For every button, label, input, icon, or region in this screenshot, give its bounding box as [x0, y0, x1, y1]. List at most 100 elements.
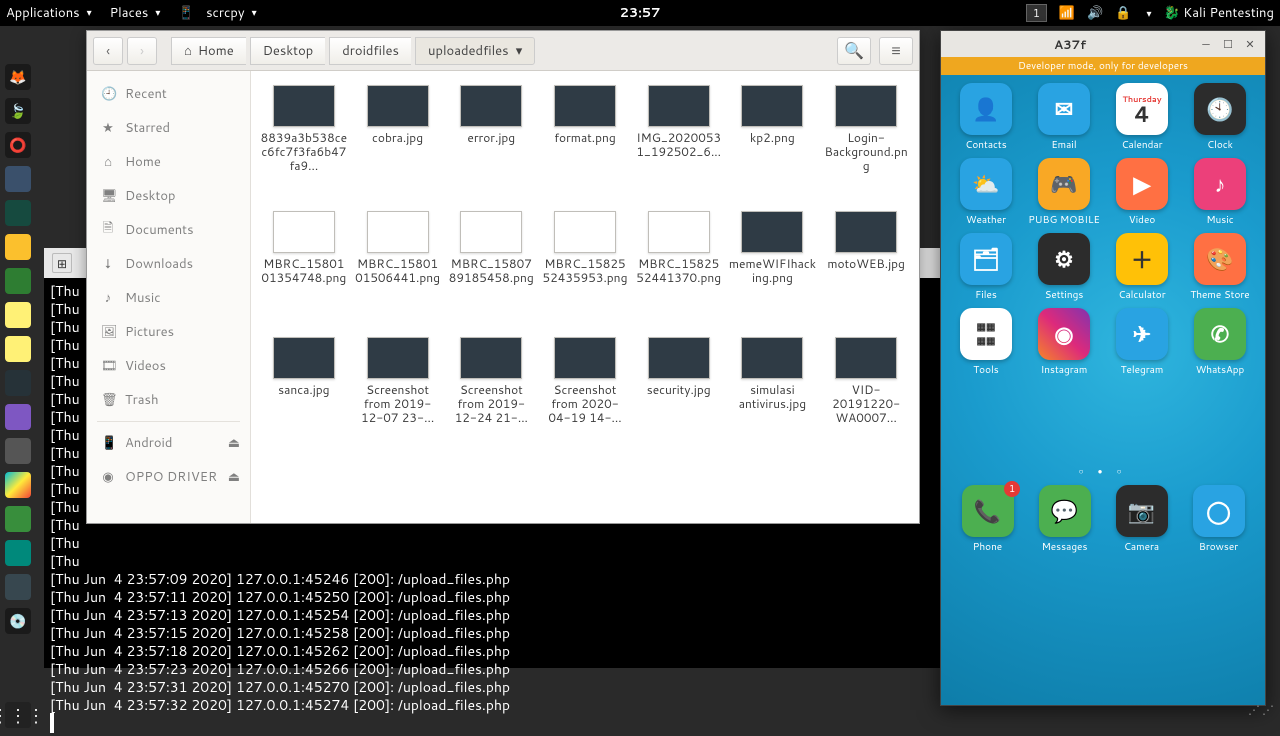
file-item[interactable]: kp2.png [726, 81, 820, 207]
dock-chrome[interactable]: ⭕ [5, 132, 31, 158]
app-calculator[interactable]: ＋Calculator [1105, 233, 1179, 302]
scrcpy-titlebar[interactable]: A37f — ☐ ✕ [941, 31, 1265, 57]
show-applications-button[interactable]: ⋮⋮⋮ [5, 702, 31, 728]
file-item[interactable]: format.png [538, 81, 632, 207]
dock-app1[interactable] [5, 166, 31, 192]
dock-androidstudio[interactable] [5, 506, 31, 532]
nav-back-button[interactable]: ‹ [93, 37, 123, 65]
sidebar-home[interactable]: ⌂Home [87, 145, 250, 179]
file-item[interactable]: 8839a3b538cec6fc7f3fa6b47fa9... [257, 81, 351, 207]
breadcrumb-droidfiles[interactable]: droidfiles [329, 37, 411, 65]
file-grid[interactable]: 8839a3b538cec6fc7f3fa6b47fa9...cobra.jpg… [251, 71, 919, 523]
user-menu[interactable]: 🐉 Kali Pentesting [1164, 4, 1275, 22]
file-item[interactable]: Login-Background.png [819, 81, 913, 207]
file-item[interactable]: Screenshot from 2020-04-19 14-... [538, 333, 632, 459]
dock-monitor[interactable] [5, 370, 31, 396]
file-item[interactable]: motoWEB.jpg [819, 207, 913, 333]
dock-app2[interactable] [5, 200, 31, 226]
sidebar-android[interactable]: 📱Android⏏ [87, 426, 250, 460]
app-calendar[interactable]: Thursday4Calendar [1105, 83, 1179, 152]
file-item[interactable]: MBRC_1580789185458.png [444, 207, 538, 333]
app-tools[interactable]: ▦▦▦▦Tools [949, 308, 1023, 377]
app-telegram[interactable]: ✈Telegram [1105, 308, 1179, 377]
sidebar-documents[interactable]: 🗎Documents [87, 213, 250, 247]
dock-disc[interactable]: 💿 [5, 608, 31, 634]
dock-play[interactable] [5, 472, 31, 498]
window-maximize-button[interactable]: ☐ [1217, 35, 1239, 53]
file-item[interactable]: Screenshot from 2019-12-07 23-... [351, 333, 445, 459]
dock-app7[interactable] [5, 574, 31, 600]
terminal-new-tab-button[interactable]: ⊞ [52, 253, 72, 273]
file-item[interactable]: MBRC_1580101354748.png [257, 207, 351, 333]
app-email[interactable]: ✉Email [1027, 83, 1101, 152]
dock-app3[interactable] [5, 336, 31, 362]
app-theme-store[interactable]: 🎨Theme Store [1183, 233, 1257, 302]
sidebar-starred[interactable]: ★Starred [87, 111, 250, 145]
applications-menu[interactable]: Applications [6, 4, 92, 22]
app-camera[interactable]: 📷Camera [1103, 485, 1180, 554]
sidebar-downloads[interactable]: ⭣Downloads [87, 247, 250, 281]
hamburger-menu-button[interactable]: ≡ [879, 37, 913, 65]
sidebar-videos[interactable]: 🎞Videos [87, 349, 250, 383]
file-manager-window[interactable]: ‹ › Home Desktop droidfiles uploadedfile… [86, 30, 920, 524]
app-contacts[interactable]: 👤Contacts [949, 83, 1023, 152]
file-item[interactable]: sanca.jpg [257, 333, 351, 459]
file-item[interactable]: simulasi antivirus.jpg [726, 333, 820, 459]
app-pubg[interactable]: 🎮PUBG MOBILE [1027, 158, 1101, 227]
file-item[interactable]: security.jpg [632, 333, 726, 459]
file-item[interactable]: Screenshot from 2019-12-24 21-... [444, 333, 538, 459]
sidebar-pictures[interactable]: 🖼Pictures [87, 315, 250, 349]
app-files[interactable]: 🗂Files [949, 233, 1023, 302]
app-settings[interactable]: ⚙Settings [1027, 233, 1101, 302]
places-menu[interactable]: Places [110, 4, 161, 22]
wifi-icon[interactable]: 📶 [1059, 4, 1075, 22]
eject-icon[interactable]: ⏏ [228, 434, 240, 452]
file-item[interactable]: cobra.jpg [351, 81, 445, 207]
nav-forward-button[interactable]: › [127, 37, 157, 65]
file-item[interactable]: VID-20191220-WA0007... [819, 333, 913, 459]
phone-screen[interactable]: Developer mode, only for developers 👤Con… [941, 57, 1265, 705]
file-item[interactable]: memeWIFIhacking.png [726, 207, 820, 333]
app-whatsapp[interactable]: ✆WhatsApp [1183, 308, 1257, 377]
file-item[interactable]: MBRC_1582552441370.png [632, 207, 726, 333]
window-minimize-button[interactable]: — [1195, 35, 1217, 53]
dock-notes[interactable] [5, 234, 31, 260]
breadcrumb-desktop[interactable]: Desktop [250, 37, 326, 65]
file-item[interactable]: MBRC_1582552435953.png [538, 207, 632, 333]
app-music[interactable]: ♪Music [1183, 158, 1257, 227]
resize-grip[interactable]: ⋰⋰ [1248, 701, 1276, 718]
dock-android[interactable] [5, 268, 31, 294]
app-messages[interactable]: 💬Messages [1026, 485, 1103, 554]
dock-tor[interactable] [5, 404, 31, 430]
dock-app6[interactable] [5, 540, 31, 566]
active-app-indicator[interactable]: 📱 scrcpy [178, 4, 256, 22]
scrcpy-window[interactable]: A37f — ☐ ✕ Developer mode, only for deve… [940, 30, 1266, 706]
dock-leaf[interactable]: 🍃 [5, 98, 31, 124]
workspace-indicator[interactable]: 1 [1026, 4, 1047, 22]
sidebar-oppo-driver[interactable]: ◉OPPO DRIVER⏏ [87, 460, 250, 494]
sidebar-music[interactable]: ♪Music [87, 281, 250, 315]
app-clock[interactable]: 🕙Clock [1183, 83, 1257, 152]
dock-firefox[interactable]: 🦊 [5, 64, 31, 90]
dock-app5[interactable] [5, 438, 31, 464]
sidebar-trash[interactable]: 🗑Trash [87, 383, 250, 417]
page-indicator[interactable]: ○ ● ○ [941, 465, 1265, 477]
dock-files[interactable] [5, 302, 31, 328]
sidebar-recent[interactable]: 🕘Recent [87, 77, 250, 111]
app-instagram[interactable]: ◉Instagram [1027, 308, 1101, 377]
window-close-button[interactable]: ✕ [1239, 35, 1261, 53]
eject-icon[interactable]: ⏏ [228, 468, 240, 486]
sidebar-desktop[interactable]: 🖥Desktop [87, 179, 250, 213]
app-browser[interactable]: ◯Browser [1180, 485, 1257, 554]
breadcrumb-uploadedfiles[interactable]: uploadedfiles ▾ [415, 37, 535, 65]
search-button[interactable]: 🔍 [837, 37, 871, 65]
app-phone[interactable]: 1📞Phone [949, 485, 1026, 554]
file-item[interactable]: error.jpg [444, 81, 538, 207]
app-weather[interactable]: ⛅Weather [949, 158, 1023, 227]
file-item[interactable]: IMG_20200531_192502_6... [632, 81, 726, 207]
lock-icon[interactable]: 🔒 [1115, 4, 1131, 22]
file-item[interactable]: MBRC_1580101506441.png [351, 207, 445, 333]
breadcrumb-home[interactable]: Home [171, 37, 246, 65]
volume-icon[interactable]: 🔊 [1087, 4, 1103, 22]
power-icon[interactable] [1143, 4, 1151, 22]
